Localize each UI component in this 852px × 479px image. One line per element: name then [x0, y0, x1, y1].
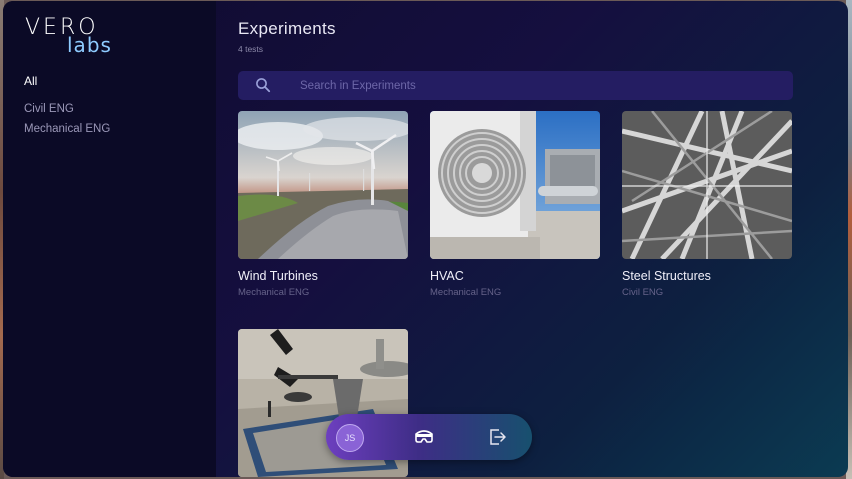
card-category: Mechanical ENG	[430, 287, 502, 298]
test-count: 4 tests	[238, 44, 264, 54]
avatar[interactable]: JS	[336, 424, 364, 452]
bottom-dock: JS	[326, 414, 532, 460]
app-window: VERO labs All Civil ENG Mechanical ENG E…	[3, 1, 848, 477]
brand-name-labs: labs	[67, 33, 112, 57]
card-title: Steel Structures	[622, 269, 711, 283]
search-input[interactable]	[298, 75, 782, 97]
card-category: Mechanical ENG	[238, 287, 310, 298]
logout-icon[interactable]	[485, 425, 509, 449]
main-content: Experiments 4 tests Search in Experiment…	[238, 19, 798, 477]
card-category: Civil ENG	[622, 287, 664, 298]
sidebar-item-all[interactable]: All	[24, 74, 110, 88]
vr-headset-icon[interactable]	[412, 425, 436, 449]
brand-logo: VERO labs	[25, 15, 135, 57]
experiment-card-steel-structures[interactable]: Steel Structures Civil ENG	[622, 111, 792, 298]
sidebar-item-mechanical-eng[interactable]: Mechanical ENG	[24, 123, 110, 135]
wind-turbines-image	[238, 111, 408, 259]
page-title: Experiments	[238, 19, 336, 38]
steel-structures-image	[622, 111, 792, 259]
sidebar-item-civil-eng[interactable]: Civil ENG	[24, 103, 110, 115]
experiment-card-hvac[interactable]: HVAC Mechanical ENG	[430, 111, 600, 298]
category-nav: All Civil ENG Mechanical ENG	[24, 74, 110, 135]
card-title: HVAC	[430, 269, 464, 283]
search-bar[interactable]	[238, 71, 793, 100]
search-icon[interactable]	[255, 77, 271, 93]
sidebar: VERO labs All Civil ENG Mechanical ENG	[3, 1, 216, 477]
hvac-image	[430, 111, 600, 259]
experiment-card-wind-turbines[interactable]: Wind Turbines Mechanical ENG	[238, 111, 408, 298]
card-title: Wind Turbines	[238, 269, 318, 283]
